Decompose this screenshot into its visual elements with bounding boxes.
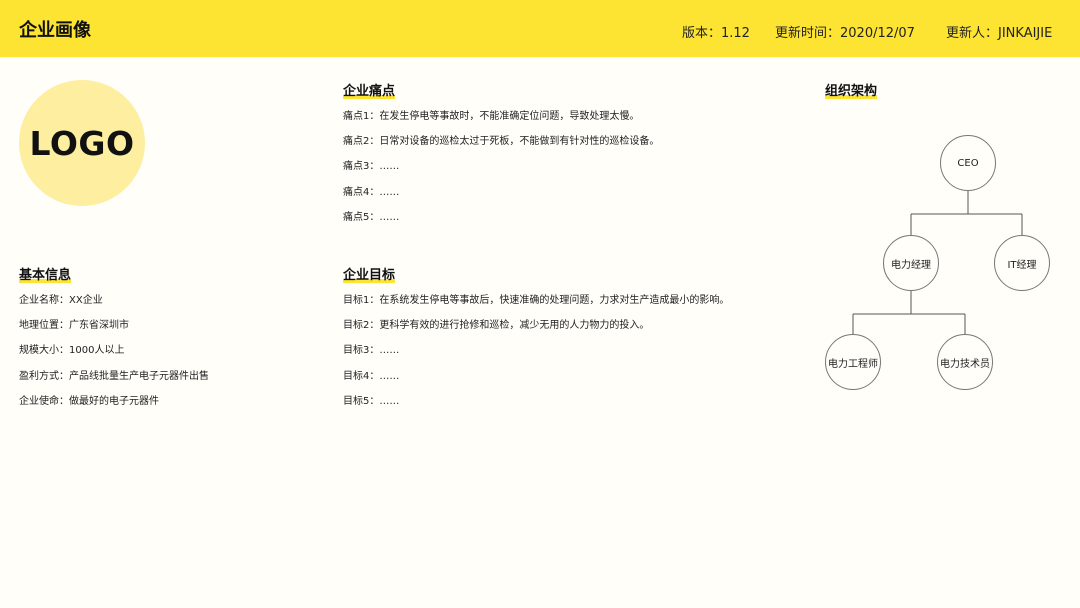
org-node-power-manager: 电力经理 <box>883 235 939 291</box>
list-item: 目标3：…… <box>343 345 400 357</box>
goals-list: 目标1：在系统发生停电等事故后，快速准确的处理问题，力求对生产造成最小的影响。 … <box>343 294 729 420</box>
goals-title: 企业目标 <box>343 264 396 283</box>
list-item: 痛点3：…… <box>343 161 400 173</box>
org-chart-title: 组织架构 <box>825 80 878 99</box>
list-item: 企业使命：做最好的电子元器件 <box>19 395 159 407</box>
goals-title-text: 企业目标 <box>343 268 396 283</box>
list-item: 痛点1：在发生停电等事故时，不能准确定位问题，导致处理太慢。 <box>343 111 640 122</box>
page-title: 企业画像 <box>19 20 91 41</box>
basic-info-title: 基本信息 <box>19 264 72 283</box>
connector-ceo <box>910 191 1023 235</box>
company-logo: LOGO <box>19 80 145 206</box>
list-item: 痛点2：日常对设备的巡检太过于死板，不能做到有针对性的巡检设备。 <box>343 136 660 148</box>
list-item: 目标5：…… <box>343 395 400 407</box>
org-chart-title-text: 组织架构 <box>825 84 878 99</box>
list-item: 目标4：…… <box>343 370 400 382</box>
org-node-ceo: CEO <box>940 135 996 191</box>
list-item: 痛点5：…… <box>343 211 400 223</box>
list-item: 盈利方式：产品线批量生产电子元器件出售 <box>19 370 209 382</box>
list-item: 痛点4：…… <box>343 186 400 198</box>
updated-by-label: 更新人：JINKAIJIE <box>946 26 1053 41</box>
list-item: 目标1：在系统发生停电等事故后，快速准确的处理问题，力求对生产造成最小的影响。 <box>343 295 730 306</box>
pain-points-title: 企业痛点 <box>343 80 396 99</box>
list-item: 规模大小：1000人以上 <box>19 345 125 357</box>
pain-points-title-text: 企业痛点 <box>343 84 396 99</box>
list-item: 地理位置：广东省深圳市 <box>19 320 129 332</box>
org-node-power-technician: 电力技术员 <box>937 334 993 390</box>
pain-points-list: 痛点1：在发生停电等事故时，不能准确定位问题，导致处理太慢。 痛点2：日常对设备… <box>343 110 659 236</box>
list-item: 企业名称：XX企业 <box>19 295 103 306</box>
list-item: 目标2：更科学有效的进行抢修和巡检，减少无用的人力物力的投入。 <box>343 320 650 332</box>
updated-time-label: 更新时间：2020/12/07 <box>775 26 915 41</box>
org-node-it-manager: IT经理 <box>994 235 1050 291</box>
basic-info-list: 企业名称：XX企业 地理位置：广东省深圳市 规模大小：1000人以上 盈利方式：… <box>19 294 209 420</box>
org-node-power-engineer: 电力工程师 <box>825 334 881 390</box>
version-label: 版本：1.12 <box>682 26 750 41</box>
basic-info-title-text: 基本信息 <box>19 268 72 283</box>
connector-power-manager <box>852 291 966 334</box>
header-bar <box>0 0 1080 57</box>
